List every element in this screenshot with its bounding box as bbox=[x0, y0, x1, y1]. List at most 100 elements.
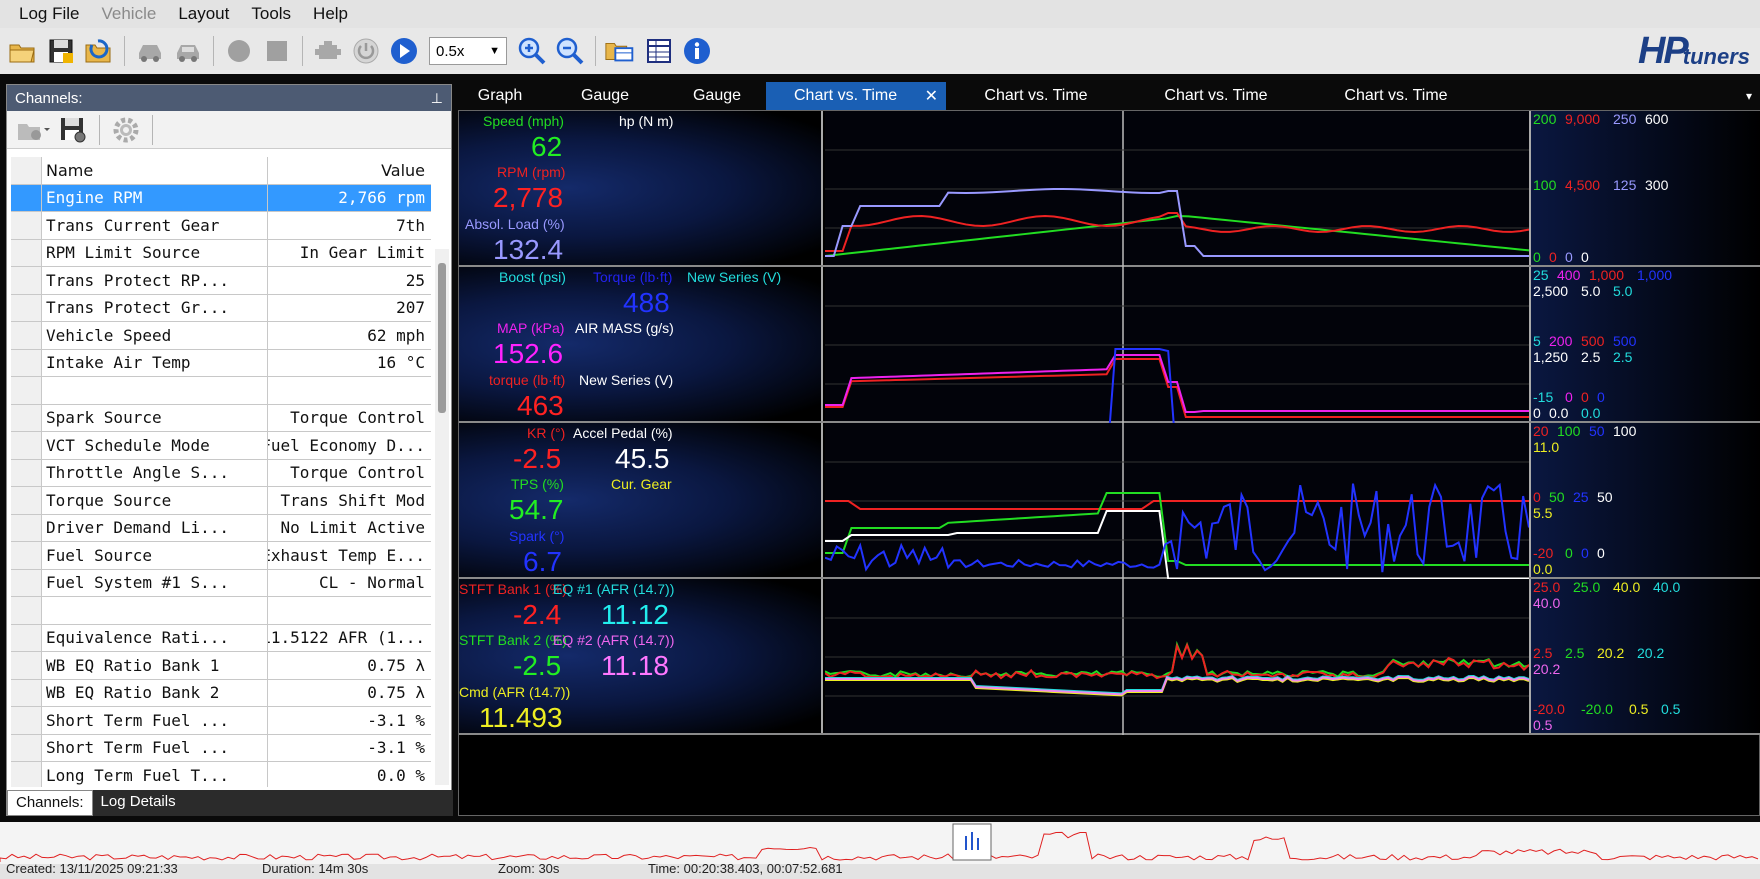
gear-icon[interactable] bbox=[108, 114, 144, 146]
row-selector[interactable] bbox=[11, 707, 42, 734]
menu-log-file[interactable]: Log File bbox=[8, 4, 90, 24]
channel-label[interactable]: AIR MASS (g/s) bbox=[575, 320, 674, 336]
car-icon[interactable] bbox=[171, 34, 205, 68]
channel-row[interactable]: RPM Limit Source In Gear Limit bbox=[11, 239, 431, 267]
save-icon[interactable] bbox=[44, 34, 78, 68]
channel-row[interactable]: Fuel Source Exhaust Temp E... bbox=[11, 542, 431, 570]
channel-row[interactable]: Long Term Fuel T... 0.0 % bbox=[11, 762, 431, 787]
row-selector[interactable] bbox=[11, 762, 42, 787]
channel-label[interactable]: TPS (%) bbox=[511, 476, 564, 492]
channel-label[interactable]: hp (N m) bbox=[619, 113, 673, 129]
row-selector[interactable] bbox=[11, 514, 42, 541]
engine-icon[interactable] bbox=[311, 34, 345, 68]
row-selector[interactable] bbox=[11, 459, 42, 486]
power-icon[interactable] bbox=[349, 34, 383, 68]
record-icon[interactable] bbox=[222, 34, 256, 68]
folder-options-icon[interactable] bbox=[15, 114, 51, 146]
channel-label[interactable]: Spark (°) bbox=[509, 528, 564, 544]
row-selector[interactable] bbox=[11, 679, 42, 706]
row-selector[interactable] bbox=[11, 487, 42, 514]
row-selector[interactable] bbox=[11, 542, 42, 569]
channel-label[interactable]: RPM (rpm) bbox=[497, 164, 565, 180]
time-plot[interactable] bbox=[824, 423, 1530, 580]
playback-speed-select[interactable]: 0.5x ▼ bbox=[429, 37, 507, 65]
channel-label[interactable]: Cur. Gear bbox=[611, 476, 672, 492]
row-selector[interactable] bbox=[11, 569, 42, 596]
channel-row[interactable]: Engine RPM 2,766 rpm bbox=[11, 184, 431, 212]
row-selector[interactable] bbox=[11, 322, 42, 349]
channel-label[interactable]: Torque (lb·ft) bbox=[593, 269, 672, 285]
row-selector[interactable] bbox=[11, 184, 42, 211]
tab-log-details[interactable]: Log Details bbox=[93, 790, 184, 816]
channel-label[interactable]: EQ #1 (AFR (14.7)) bbox=[553, 581, 674, 597]
zoom-out-icon[interactable] bbox=[553, 34, 587, 68]
channel-label[interactable]: STFT Bank 2 (%) bbox=[459, 632, 567, 648]
row-selector[interactable] bbox=[11, 652, 42, 679]
table-icon[interactable] bbox=[642, 34, 676, 68]
channel-row[interactable]: Short Term Fuel ... -3.1 % bbox=[11, 734, 431, 762]
info-icon[interactable] bbox=[680, 34, 714, 68]
row-selector[interactable] bbox=[11, 267, 42, 294]
tab-chart-vs-time-2[interactable]: Chart vs. Time bbox=[946, 82, 1126, 110]
save-as-icon[interactable] bbox=[82, 34, 116, 68]
menu-vehicle[interactable]: Vehicle bbox=[90, 4, 167, 24]
tab-graph[interactable]: Graph bbox=[458, 82, 542, 110]
channels-scrollbar[interactable] bbox=[435, 249, 449, 785]
row-selector[interactable] bbox=[11, 432, 42, 459]
row-selector[interactable] bbox=[11, 624, 42, 651]
channel-label[interactable]: Cmd (AFR (14.7)) bbox=[459, 684, 570, 700]
close-icon[interactable]: ✕ bbox=[925, 86, 938, 106]
channel-row[interactable] bbox=[11, 597, 431, 625]
menu-help[interactable]: Help bbox=[302, 4, 359, 24]
zoom-in-icon[interactable] bbox=[515, 34, 549, 68]
row-selector[interactable] bbox=[11, 239, 42, 266]
row-selector[interactable] bbox=[11, 734, 42, 761]
channel-row[interactable]: Fuel System #1 S... CL - Normal bbox=[11, 569, 431, 597]
channel-label[interactable]: STFT Bank 1 (%) bbox=[459, 581, 567, 597]
time-plot[interactable] bbox=[825, 267, 1529, 468]
channel-row[interactable]: Driver Demand Li... No Limit Active bbox=[11, 514, 431, 542]
row-selector[interactable] bbox=[11, 377, 42, 404]
channel-label[interactable]: Boost (psi) bbox=[499, 269, 566, 285]
tab-gauge-2[interactable]: Gauge bbox=[668, 82, 766, 110]
channel-row[interactable]: Trans Protect RP... 25 bbox=[11, 267, 431, 295]
channel-label[interactable]: EQ #2 (AFR (14.7)) bbox=[553, 632, 674, 648]
scrollbar-thumb[interactable] bbox=[438, 263, 446, 413]
channel-row[interactable]: Equivalence Rati... 11.5122 AFR (1... bbox=[11, 624, 431, 652]
menu-tools[interactable]: Tools bbox=[240, 4, 302, 24]
column-header-name[interactable]: Name bbox=[42, 157, 268, 184]
channel-row[interactable]: Trans Current Gear 7th bbox=[11, 212, 431, 240]
channel-row[interactable]: Spark Source Torque Control bbox=[11, 404, 431, 432]
tab-chart-vs-time-4[interactable]: Chart vs. Time bbox=[1306, 82, 1486, 110]
time-plot[interactable] bbox=[824, 579, 1530, 735]
tab-gauge-1[interactable]: Gauge bbox=[542, 82, 668, 110]
channel-row[interactable]: VCT Schedule Mode Fuel Economy D... bbox=[11, 432, 431, 460]
channel-row[interactable]: WB EQ Ratio Bank 1 0.75 λ bbox=[11, 652, 431, 680]
channel-row[interactable] bbox=[11, 377, 431, 405]
channel-label[interactable]: Absol. Load (%) bbox=[465, 216, 565, 232]
channel-label[interactable]: New Series (V) bbox=[687, 269, 781, 285]
row-selector[interactable] bbox=[11, 349, 42, 376]
channel-label[interactable]: torque (lb·ft) bbox=[489, 372, 565, 388]
time-plot[interactable] bbox=[824, 111, 1530, 267]
channel-row[interactable]: WB EQ Ratio Bank 2 0.75 λ bbox=[11, 679, 431, 707]
channel-label[interactable]: Accel Pedal (%) bbox=[573, 425, 673, 441]
layout-icon[interactable] bbox=[604, 34, 638, 68]
row-selector[interactable] bbox=[11, 294, 42, 321]
play-icon[interactable] bbox=[387, 34, 421, 68]
column-header-value[interactable]: Value bbox=[268, 157, 431, 184]
channel-row[interactable]: Short Term Fuel ... -3.1 % bbox=[11, 707, 431, 735]
channel-label[interactable]: KR (°) bbox=[527, 425, 565, 441]
channel-label[interactable]: MAP (kPa) bbox=[497, 320, 564, 336]
row-selector[interactable] bbox=[11, 597, 42, 624]
channel-row[interactable]: Vehicle Speed 62 mph bbox=[11, 322, 431, 350]
row-selector[interactable] bbox=[11, 404, 42, 431]
stop-icon[interactable] bbox=[260, 34, 294, 68]
row-selector[interactable] bbox=[11, 212, 42, 239]
tab-channels[interactable]: Channels: bbox=[7, 790, 93, 816]
pin-icon[interactable]: ⊥ bbox=[431, 90, 443, 107]
tab-chart-vs-time-1[interactable]: Chart vs. Time ✕ bbox=[766, 82, 946, 110]
channel-row[interactable]: Torque Source Trans Shift Mod bbox=[11, 487, 431, 515]
tab-overflow-icon[interactable]: ▾ bbox=[1746, 89, 1752, 103]
save-settings-icon[interactable] bbox=[55, 114, 91, 146]
